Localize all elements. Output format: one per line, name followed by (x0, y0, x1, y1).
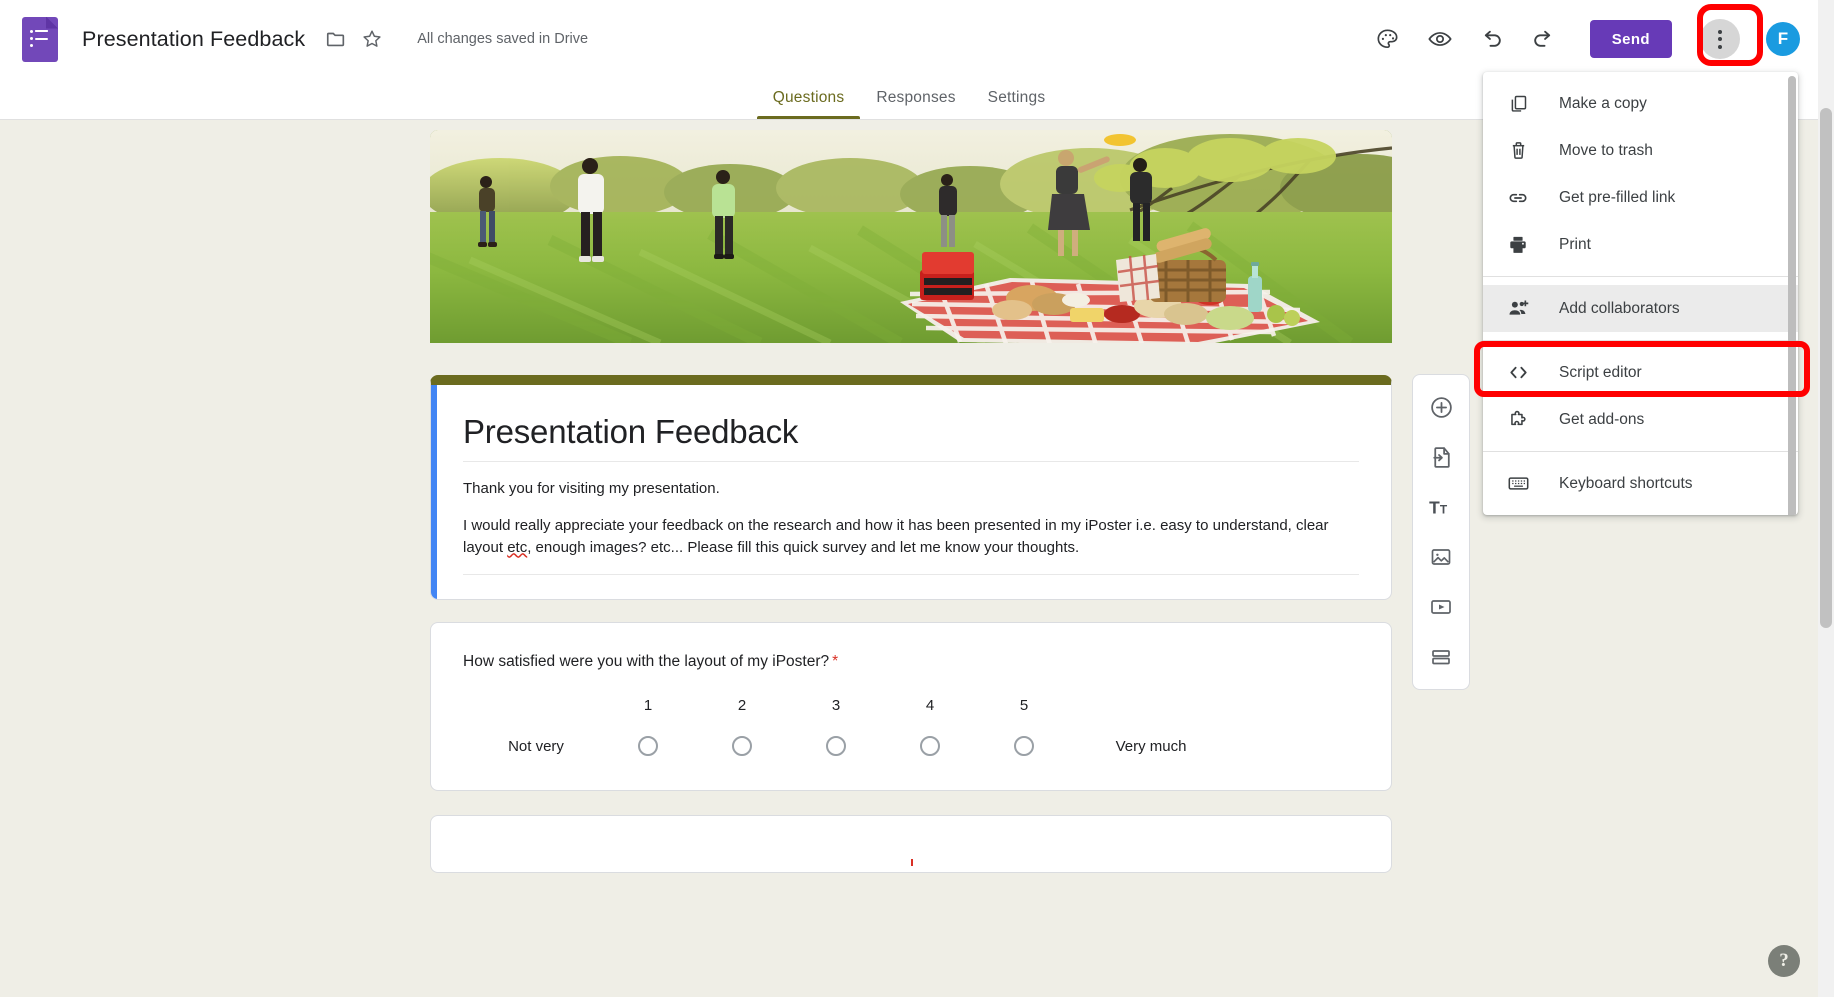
scale-high-label: Very much (1115, 737, 1187, 755)
menu-separator (1483, 276, 1798, 277)
add-image-button[interactable] (1421, 537, 1461, 577)
trash-icon (1505, 138, 1531, 164)
menu-item-add-collaborators[interactable]: Add collaborators (1483, 285, 1798, 332)
scale-option-3[interactable] (789, 736, 883, 757)
keyboard-icon (1505, 471, 1531, 497)
radio-button-3[interactable] (826, 736, 846, 757)
menu-item-get-add-ons[interactable]: Get add-ons (1483, 396, 1798, 443)
palette-icon[interactable] (1368, 19, 1408, 59)
add-section-button[interactable] (1421, 637, 1461, 677)
radio-button-1[interactable] (638, 736, 658, 757)
puzzle-icon (1505, 407, 1531, 433)
google-forms-app: Presentation Feedback All changes saved … (0, 0, 1834, 997)
menu-item-label: Get pre-filled link (1559, 188, 1676, 206)
menu-scrollbar[interactable] (1788, 76, 1796, 515)
question-title: How satisfied were you with the layout o… (463, 653, 1359, 671)
document-title[interactable]: Presentation Feedback (78, 24, 309, 55)
menu-item-label: Make a copy (1559, 94, 1647, 112)
question-card[interactable]: How satisfied were you with the layout o… (430, 622, 1392, 792)
radio-button-4[interactable] (920, 736, 940, 757)
menu-item-keyboard-shortcuts[interactable]: Keyboard shortcuts (1483, 460, 1798, 507)
question-title-text: How satisfied were you with the layout o… (463, 653, 830, 671)
menu-item-make-a-copy[interactable]: Make a copy (1483, 80, 1798, 127)
form-column: Presentation Feedback Thank you for visi… (430, 130, 1392, 874)
next-question-card-partial[interactable] (430, 815, 1392, 874)
more-options-menu: Make a copy Move to trash Get pre-filled… (1483, 72, 1798, 515)
menu-item-get-pre-filled-link[interactable]: Get pre-filled link (1483, 174, 1798, 221)
add-title-description-button[interactable]: T T (1421, 487, 1461, 527)
required-asterisk-partial (911, 859, 913, 867)
tab-settings[interactable]: Settings (972, 89, 1062, 119)
add-question-button[interactable] (1421, 387, 1461, 427)
code-icon (1505, 360, 1531, 386)
more-dot (1718, 29, 1722, 34)
import-questions-button[interactable] (1421, 437, 1461, 477)
printer-icon (1505, 232, 1531, 258)
folder-icon[interactable] (319, 22, 353, 56)
form-banner-image[interactable] (430, 130, 1392, 343)
linear-scale: 1 2 3 4 5 Not very Very much (463, 697, 1359, 757)
help-button[interactable]: ? (1768, 945, 1800, 977)
menu-item-move-to-trash[interactable]: Move to trash (1483, 127, 1798, 174)
eye-icon[interactable] (1420, 19, 1460, 59)
menu-item-label: Add collaborators (1559, 299, 1680, 317)
undo-icon[interactable] (1472, 19, 1512, 59)
form-description-line-1: Thank you for visiting my presentation. (463, 480, 720, 497)
link-icon (1505, 185, 1531, 211)
desc-misspelled-word: etc (507, 538, 528, 556)
star-outline-icon[interactable] (355, 22, 389, 56)
forms-logo-icon (22, 16, 58, 62)
tab-questions[interactable]: Questions (756, 89, 861, 119)
scale-option-5[interactable] (977, 736, 1071, 757)
more-dot (1718, 44, 1722, 49)
scale-option-4[interactable] (883, 736, 977, 757)
redo-icon[interactable] (1524, 19, 1564, 59)
svg-text:T: T (1440, 503, 1448, 517)
add-video-button[interactable] (1421, 587, 1461, 627)
header-actions: Send F (1368, 19, 1800, 59)
scale-number-3: 3 (831, 697, 841, 715)
form-header-card[interactable]: Presentation Feedback Thank you for visi… (430, 375, 1392, 601)
radio-button-5[interactable] (1014, 736, 1034, 757)
radio-button-2[interactable] (732, 736, 752, 757)
add-people-icon (1505, 296, 1531, 322)
more-dot (1718, 37, 1722, 41)
scale-number-2: 2 (737, 697, 747, 715)
menu-item-label: Keyboard shortcuts (1559, 474, 1693, 492)
app-header: Presentation Feedback All changes saved … (0, 0, 1818, 78)
scale-number-5: 5 (1019, 697, 1029, 715)
save-status-text: All changes saved in Drive (417, 31, 589, 47)
svg-text:T: T (1429, 498, 1440, 518)
menu-item-label: Script editor (1559, 363, 1642, 381)
tab-responses[interactable]: Responses (860, 89, 971, 119)
scale-option-2[interactable] (695, 736, 789, 757)
avatar[interactable]: F (1766, 22, 1800, 56)
menu-separator (1483, 340, 1798, 341)
menu-separator (1483, 451, 1798, 452)
scale-low-label: Not very (508, 737, 564, 755)
required-asterisk: * (832, 653, 839, 671)
scale-option-1[interactable] (601, 736, 695, 757)
send-button[interactable]: Send (1589, 20, 1672, 58)
copy-icon (1505, 91, 1531, 117)
menu-item-label: Print (1559, 235, 1591, 253)
menu-item-print[interactable]: Print (1483, 221, 1798, 268)
menu-item-label: Move to trash (1559, 141, 1653, 159)
form-title[interactable]: Presentation Feedback (463, 413, 1359, 462)
menu-item-script-editor[interactable]: Script editor (1483, 349, 1798, 396)
form-description[interactable]: Thank you for visiting my presentation. … (463, 478, 1359, 576)
scale-number-4: 4 (925, 697, 935, 715)
menu-item-label: Get add-ons (1559, 410, 1645, 428)
page-scrollbar-thumb[interactable] (1820, 108, 1832, 628)
page-scrollbar[interactable] (1818, 0, 1834, 997)
more-options-button[interactable] (1700, 19, 1740, 59)
form-description-line-2: I would really appreciate your feedback … (463, 515, 1359, 559)
question-toolbar: T T (1412, 374, 1470, 690)
desc-part-b: , enough images? etc... Please fill this… (527, 538, 1080, 556)
scale-number-1: 1 (643, 697, 653, 715)
